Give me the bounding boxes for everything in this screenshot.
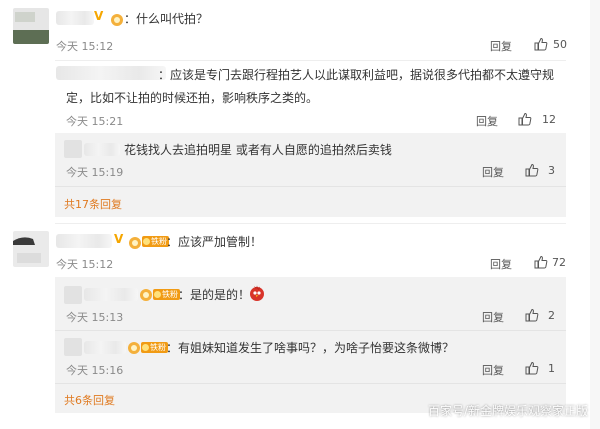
thumbs-up-icon[interactable] [525,163,539,177]
medal-icon [128,235,142,249]
avatar[interactable] [64,140,82,158]
username-blurred[interactable] [56,11,94,25]
like-count: 72 [552,256,566,269]
username-blurred[interactable] [84,288,138,301]
divider [55,60,566,61]
watermark: 百家号/新金牌娱乐观察家正版 [427,404,588,418]
comment-text: ：什么叫代拍？ [124,12,209,26]
reply-button[interactable]: 回复 [482,164,504,180]
like-count: 2 [548,309,555,322]
avatar[interactable] [13,8,49,44]
thumbs-up-icon[interactable] [525,308,539,322]
comment-text: 定，比如不让拍的时候还拍，影响秩序之类的。 [66,91,319,105]
medal-icon [139,287,153,301]
reply-time: 今天 15:19 [66,166,124,179]
vip-icon: V [114,232,124,246]
comment-time: 今天 15:21 [66,115,124,128]
reply-button[interactable]: 回复 [482,362,504,378]
reply-button[interactable]: 回复 [490,256,512,272]
comment-text: ：应该是专门去跟行程拍艺人以此谋取利益吧，据说很多代拍都不太遵守规 [158,68,555,82]
thumbs-up-icon[interactable] [525,361,539,375]
avatar[interactable] [64,286,82,304]
angry-bird-emoji [248,284,266,302]
thumbs-up-icon[interactable] [534,37,548,51]
more-replies-link[interactable]: 共17条回复 [64,196,122,212]
comment-text: ：应该严加管制！ [166,235,263,249]
avatar[interactable] [13,231,49,267]
reply-button[interactable]: 回复 [490,38,512,54]
fan-badge-icon: 铁粉 [142,236,169,247]
reply-text: ：有姐妹知道发生了啥事吗？，为啥子怡要这条微博？ [166,341,455,355]
reply-button[interactable]: 回复 [482,309,504,325]
reply-text: ：是的是的！ [178,288,251,302]
username-blurred[interactable] [56,234,112,248]
thumbs-up-icon[interactable] [534,255,548,269]
like-count: 12 [542,113,556,126]
divider [55,330,566,331]
divider [55,383,566,384]
username-blurred[interactable] [84,341,126,354]
medal-icon [110,12,124,26]
comment-time: 今天 15:12 [56,40,114,53]
scrollbar[interactable] [590,0,600,429]
fan-badge-icon: 铁粉 [153,289,180,300]
username-blurred[interactable] [56,66,166,80]
reply-time: 今天 15:16 [66,364,124,377]
like-count: 1 [548,362,555,375]
fan-badge-icon: 铁粉 [141,342,168,353]
reply-button[interactable]: 回复 [476,113,498,129]
vip-icon: V [94,9,104,23]
thumbs-up-icon[interactable] [518,112,532,126]
like-count: 50 [553,38,567,51]
avatar[interactable] [64,338,82,356]
divider [55,186,566,187]
divider [55,223,566,224]
comment-time: 今天 15:12 [56,258,114,271]
reply-text: 花钱找人去追拍明星 或者有人自愿的追拍然后卖钱 [124,143,392,157]
username-blurred[interactable] [84,143,120,156]
medal-icon [127,340,141,354]
reply-time: 今天 15:13 [66,311,124,324]
like-count: 3 [548,164,555,177]
more-replies-link[interactable]: 共6条回复 [64,392,115,408]
